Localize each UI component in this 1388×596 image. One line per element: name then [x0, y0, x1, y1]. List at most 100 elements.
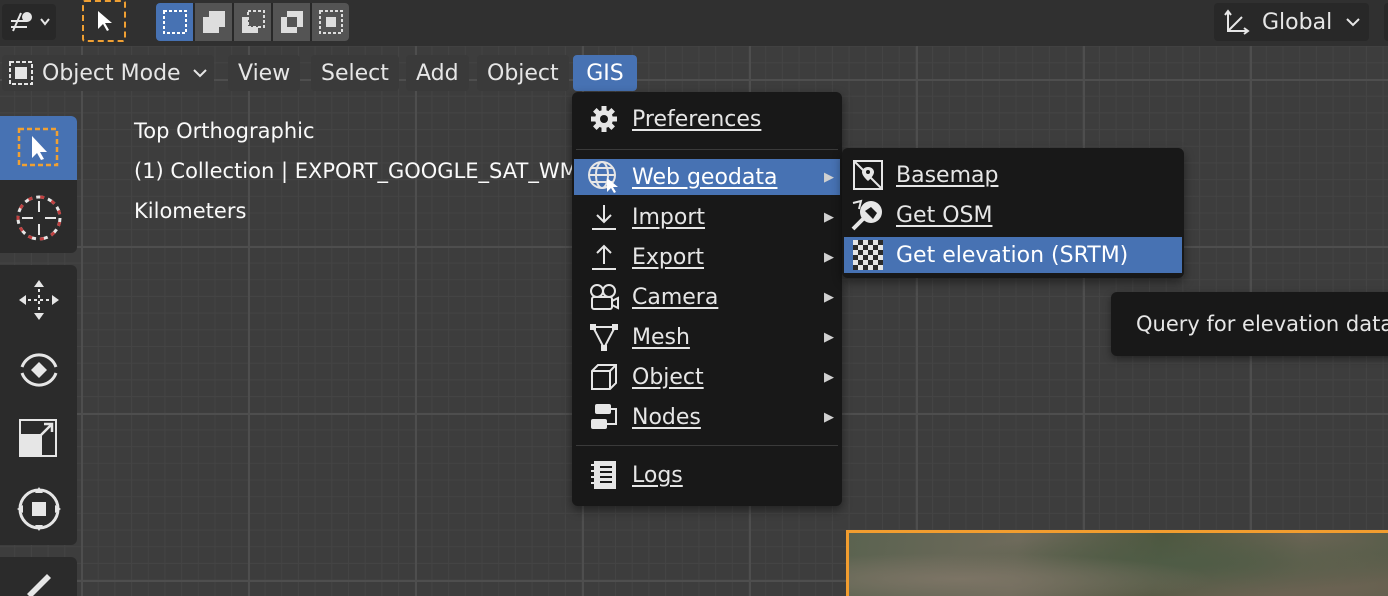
submenu-arrow-icon: ▶ — [824, 169, 834, 185]
pencil-icon — [26, 574, 51, 596]
submenu-arrow-icon: ▶ — [824, 249, 834, 265]
nodes-icon — [591, 404, 617, 429]
gis-menu-item-label: Export — [632, 244, 705, 270]
units-label: Kilometers — [134, 199, 247, 223]
menu-separator — [576, 445, 838, 446]
chevron-down-icon — [193, 69, 207, 78]
transform-orientation-dropdown[interactable]: Global — [1214, 3, 1369, 41]
gis-menu-item-preferences[interactable]: Preferences — [574, 101, 840, 137]
mode-invert-button[interactable] — [273, 3, 310, 41]
chevron-down-icon — [1346, 18, 1360, 27]
collection-info-label: (1) Collection | EXPORT_GOOGLE_SAT_WM — [134, 159, 574, 183]
rotate-icon — [20, 353, 57, 387]
submenu-arrow-icon: ▶ — [824, 329, 834, 345]
menu-view[interactable]: View — [228, 55, 301, 91]
object-mode-dropdown[interactable]: Object Mode — [2, 55, 214, 91]
gizmo-icon — [11, 12, 50, 32]
menu-select[interactable]: Select — [311, 55, 399, 91]
move-icon — [18, 280, 59, 320]
viewport-gizmo-button[interactable] — [2, 4, 56, 40]
mode-subtract-button[interactable] — [234, 3, 271, 41]
select-box-icon — [17, 127, 58, 167]
gis-menu-item-web-geodata[interactable]: Web geodata ▶ — [574, 159, 840, 195]
satellite-image-object[interactable] — [846, 530, 1388, 596]
orientation-label: Global — [1262, 9, 1333, 35]
transform-icon — [16, 487, 61, 531]
gis-menu-item-nodes[interactable]: Nodes ▶ — [574, 399, 840, 435]
globe-cursor-icon — [588, 161, 618, 193]
select-new-icon — [162, 10, 187, 34]
select-subtract-icon — [241, 10, 265, 33]
toolbar-group-annotate — [0, 557, 77, 596]
gis-menu-item-label: Import — [632, 204, 706, 230]
basemap-icon — [853, 160, 883, 190]
menu-gis[interactable]: GIS — [573, 55, 637, 91]
import-arrow-icon — [592, 205, 616, 230]
scale-icon — [18, 419, 57, 457]
object-mode-label: Object Mode — [42, 60, 181, 86]
tool-rotate[interactable] — [0, 338, 77, 402]
select-invert-icon — [280, 11, 303, 33]
tool-scale[interactable] — [0, 407, 77, 471]
mode-set-new-button[interactable] — [156, 3, 193, 41]
tool-transform[interactable] — [0, 477, 77, 541]
submenu-arrow-icon: ▶ — [824, 409, 834, 425]
cube-icon — [591, 364, 617, 390]
tool-cursor[interactable] — [0, 186, 77, 250]
gis-menu-item-mesh[interactable]: Mesh ▶ — [574, 319, 840, 355]
submenu-arrow-icon: ▶ — [824, 209, 834, 225]
select-tool-button[interactable] — [82, 0, 126, 42]
tooltip: Query for elevation data — [1111, 292, 1388, 356]
gear-icon — [591, 106, 617, 132]
submenu-item-label: Basemap — [896, 162, 999, 188]
web-geodata-submenu: Basemap Get OSM Get elevation (SRTM) — [842, 148, 1184, 278]
submenu-item-label: Get OSM — [896, 202, 993, 228]
selection-mode-group — [156, 3, 349, 41]
gis-menu-item-object[interactable]: Object ▶ — [574, 359, 840, 395]
toolbar-group-select — [0, 116, 77, 253]
mode-extend-button[interactable] — [195, 3, 232, 41]
submenu-arrow-icon: ▶ — [824, 289, 834, 305]
gis-menu-item-label: Object — [632, 364, 704, 390]
toolbar-group-transform — [0, 265, 77, 545]
checker-icon — [853, 240, 883, 270]
gis-menu-item-logs[interactable]: Logs — [574, 457, 840, 493]
submenu-arrow-icon: ▶ — [824, 369, 834, 385]
submenu-item-label: Get elevation (SRTM) — [896, 242, 1129, 268]
gis-menu: Preferences Web geodata ▶ Import ▶ Expor… — [572, 92, 842, 506]
export-arrow-icon — [592, 244, 616, 270]
gis-menu-item-label: Web geodata — [632, 164, 778, 190]
gis-menu-item-export[interactable]: Export ▶ — [574, 239, 840, 275]
select-intersect-icon — [318, 10, 343, 34]
submenu-item-get-osm[interactable]: Get OSM — [844, 197, 1182, 233]
3d-cursor-icon — [16, 195, 61, 241]
submenu-item-get-elevation[interactable]: Get elevation (SRTM) — [844, 237, 1182, 273]
tool-select-box[interactable] — [0, 116, 77, 180]
header-overflow-button[interactable] — [1384, 3, 1388, 41]
gis-menu-item-label: Logs — [632, 462, 683, 488]
view-name-label: Top Orthographic — [134, 119, 315, 143]
gis-menu-item-label: Mesh — [632, 324, 690, 350]
object-mode-icon — [9, 61, 33, 85]
mode-intersect-button[interactable] — [312, 3, 349, 41]
mesh-triangle-icon — [590, 324, 618, 351]
orientation-axes-icon — [1224, 9, 1250, 35]
gis-menu-item-label: Preferences — [632, 106, 762, 132]
tooltip-text: Query for elevation data — [1136, 312, 1388, 336]
tool-annotate[interactable] — [0, 557, 77, 596]
osm-icon — [851, 199, 882, 231]
menu-separator — [576, 149, 838, 150]
cursor-arrow-icon — [98, 11, 112, 31]
log-book-icon — [591, 461, 616, 489]
camera-icon — [590, 284, 619, 310]
gis-menu-item-import[interactable]: Import ▶ — [574, 199, 840, 235]
top-header: Global — [0, 0, 1388, 46]
submenu-item-basemap[interactable]: Basemap — [844, 157, 1182, 193]
tool-move[interactable] — [0, 268, 77, 332]
select-extend-icon — [202, 11, 225, 33]
gis-menu-item-camera[interactable]: Camera ▶ — [574, 279, 840, 315]
menu-add[interactable]: Add — [406, 55, 469, 91]
menu-object[interactable]: Object — [477, 55, 569, 91]
gis-menu-item-label: Nodes — [632, 404, 701, 430]
gis-menu-item-label: Camera — [632, 284, 719, 310]
